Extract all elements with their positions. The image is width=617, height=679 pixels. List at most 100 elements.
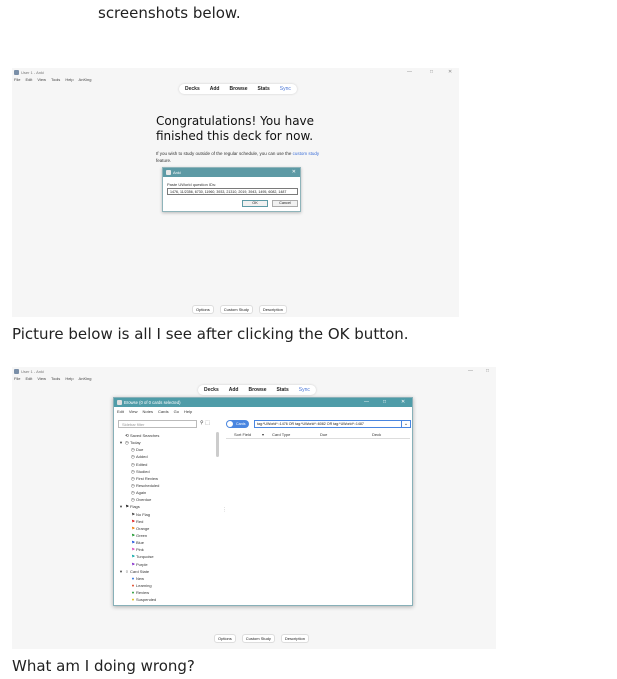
anki-app-icon (117, 400, 122, 405)
sidebar-item[interactable]: ⚑Purple (118, 561, 214, 568)
sidebar-item[interactable]: ◷Rescheduled (118, 482, 214, 489)
sidebar-item-label: Review (136, 590, 150, 596)
question-ids-input[interactable]: 1476, 11/2356, 6730, 11960, 3933, 21310,… (167, 188, 298, 195)
browse-minimize-icon[interactable]: — (364, 399, 369, 405)
toolbar-decks[interactable]: Decks (204, 387, 219, 393)
chevron-down-icon[interactable]: ⌄ (401, 420, 411, 428)
minimize-icon[interactable]: — (468, 368, 473, 374)
sidebar-item[interactable]: ⚑Pink (118, 546, 214, 553)
menu-edit[interactable]: Edit (25, 376, 32, 383)
sidebar-item[interactable]: ⚑No Flag (118, 511, 214, 518)
congrats-body-suffix: feature. (156, 158, 172, 163)
browse-close-icon[interactable]: ✕ (401, 399, 405, 405)
toggle-knob (227, 421, 233, 427)
cards-notes-toggle[interactable]: Cards (226, 420, 249, 428)
sidebar-item[interactable]: ● New (118, 575, 214, 582)
custom-study-button[interactable]: Custom Study (219, 305, 253, 314)
sidebar-item-label: Turquoise (136, 554, 154, 560)
sidebar-item[interactable]: ⚑Orange (118, 525, 214, 532)
toolbar-stats[interactable]: Stats (258, 86, 270, 92)
sidebar-item[interactable]: ● Learning (118, 582, 214, 589)
maximize-icon[interactable]: □ (430, 69, 433, 75)
options-button[interactable]: Options (214, 634, 236, 643)
maximize-icon[interactable]: □ (486, 368, 489, 374)
sort-caret-icon: ▾ (262, 432, 265, 437)
sidebar-item[interactable]: ⟲Saved Searches (118, 432, 214, 439)
menu-anking[interactable]: AnKing (79, 376, 92, 383)
toolbar-browse[interactable]: Browse (229, 86, 247, 92)
sidebar-item[interactable]: ◷Studied (118, 468, 214, 475)
browse-title: Browse (0 of 0 cards selected) (124, 400, 181, 405)
menu-file[interactable]: File (14, 376, 20, 383)
toolbar-add[interactable]: Add (210, 86, 220, 92)
column-sort-field[interactable]: Sort Field (226, 432, 262, 438)
menu-help[interactable]: Help (65, 376, 73, 383)
menu-view[interactable]: View (37, 376, 46, 383)
sidebar-item-label: Learning (136, 582, 152, 588)
menu-anking[interactable]: AnKing (79, 77, 92, 84)
browse-menu-help[interactable]: Help (184, 409, 192, 414)
column-due[interactable]: Due (320, 432, 372, 438)
sidebar-item[interactable]: ▾ ○ Card State (118, 568, 214, 575)
menu-file[interactable]: File (14, 77, 20, 84)
options-button[interactable]: Options (192, 305, 214, 314)
toolbar-stats[interactable]: Stats (277, 387, 289, 393)
sidebar-item[interactable]: ◷Added (118, 453, 214, 460)
sidebar-filter-input[interactable]: Sidebar filter (118, 420, 197, 428)
cancel-button[interactable]: Cancel (272, 200, 298, 207)
sidebar-item[interactable]: ◷Due (118, 446, 214, 453)
menu-edit[interactable]: Edit (25, 77, 32, 84)
sidebar-item[interactable]: ● Suspended (118, 596, 214, 602)
congrats-heading: Congratulations! You have finished this … (156, 114, 315, 143)
congrats-body-prefix: If you wish to study outside of the regu… (156, 151, 293, 156)
description-button[interactable]: Description (258, 305, 287, 314)
sidebar-item[interactable]: ◷Again (118, 489, 214, 496)
post-intro-text: screenshots below. (98, 4, 241, 22)
browse-table-header: Sort Field ▾ Card Type Due Deck (226, 432, 410, 439)
column-card-type[interactable]: Card Type (272, 432, 320, 438)
select-tool-icon[interactable]: ⬚ (205, 420, 210, 426)
sidebar-item[interactable]: ⚑Blue (118, 539, 214, 546)
browse-menu-go[interactable]: Go (174, 409, 179, 414)
toolbar-sync[interactable]: Sync (299, 387, 310, 393)
browse-menu-edit[interactable]: Edit (117, 409, 124, 414)
browse-menu-notes[interactable]: Notes (143, 409, 153, 414)
sidebar-item[interactable]: ▾ ◷Today (118, 439, 214, 446)
minimize-icon[interactable]: — (407, 69, 412, 75)
column-deck[interactable]: Deck (372, 432, 410, 438)
browse-menu-view[interactable]: View (129, 409, 138, 414)
sidebar-item[interactable]: ◷First Review (118, 475, 214, 482)
sidebar-item-label: Purple (136, 561, 148, 567)
custom-study-button[interactable]: Custom Study (241, 634, 275, 643)
toolbar-browse[interactable]: Browse (248, 387, 266, 393)
browse-maximize-icon[interactable]: □ (383, 399, 386, 405)
browse-search-input[interactable]: tag:*UWorld*::1476 OR tag:*UWorld*::6082… (254, 420, 402, 428)
sidebar-item[interactable]: ● Review (118, 589, 214, 596)
menu-help[interactable]: Help (65, 77, 73, 84)
sidebar-item[interactable]: ⚑Turquoise (118, 553, 214, 560)
sidebar-item-label: Card State (130, 568, 150, 574)
menu-tools[interactable]: Tools (51, 376, 60, 383)
toolbar-decks[interactable]: Decks (185, 86, 200, 92)
sidebar-scrollbar[interactable] (216, 432, 219, 457)
toolbar-sync[interactable]: Sync (280, 86, 291, 92)
custom-study-link[interactable]: custom study (293, 151, 320, 156)
dialog-close-icon[interactable]: ✕ (292, 169, 296, 175)
search-icon[interactable]: ⚲ (200, 420, 204, 426)
sidebar-item[interactable]: ⚑Green (118, 532, 214, 539)
sidebar-item-label: No Flag (136, 511, 151, 517)
ok-button[interactable]: OK (242, 200, 268, 207)
sidebar-item[interactable]: ◷Overdue (118, 496, 214, 503)
close-icon[interactable]: ✕ (448, 69, 452, 75)
dialog-title: Anki (173, 170, 181, 175)
sidebar-item-label: Edited (136, 461, 148, 467)
toolbar-add[interactable]: Add (229, 387, 239, 393)
anki-app-icon (14, 369, 19, 374)
menu-view[interactable]: View (37, 77, 46, 84)
sidebar-item[interactable]: ⚑Red (118, 518, 214, 525)
sidebar-item[interactable]: ◷Edited (118, 461, 214, 468)
menu-tools[interactable]: Tools (51, 77, 60, 84)
description-button[interactable]: Description (280, 634, 309, 643)
browse-menu-cards[interactable]: Cards (158, 409, 169, 414)
sidebar-item[interactable]: ▾ ⚑Flags (118, 503, 214, 510)
